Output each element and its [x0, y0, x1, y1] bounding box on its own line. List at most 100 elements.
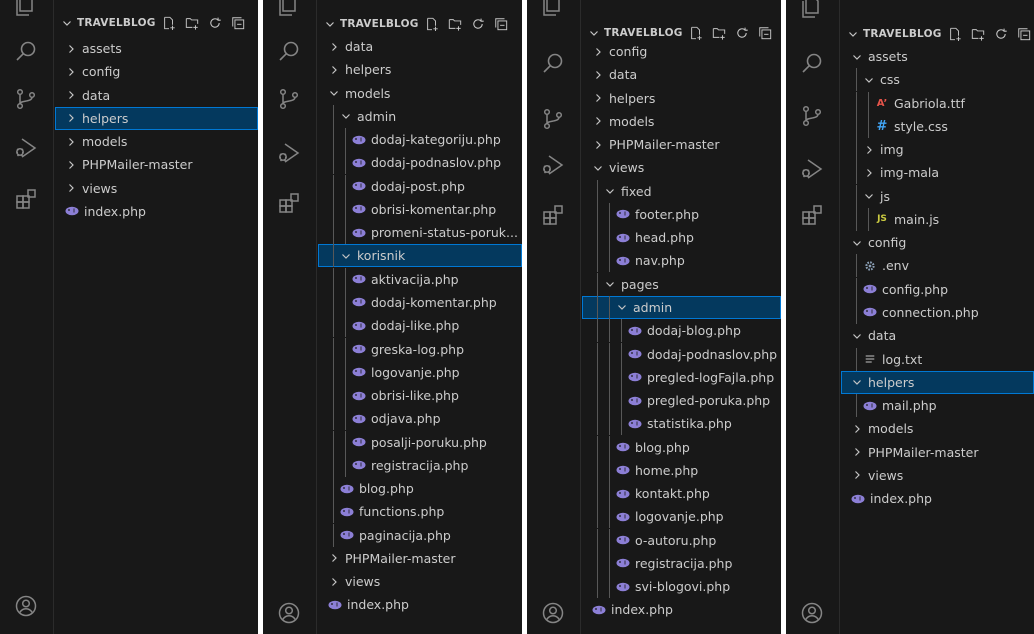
tree-file[interactable]: statistika.php	[582, 412, 781, 436]
new-file-icon[interactable]	[689, 26, 703, 40]
tree-file[interactable]: obrisi-komentar.php	[318, 197, 522, 221]
new-folder-icon[interactable]	[185, 16, 199, 30]
tree-file[interactable]: logovanje.php	[318, 360, 522, 384]
tree-file[interactable]: dodaj-podnaslov.php	[582, 342, 781, 366]
extensions-icon[interactable]	[799, 202, 825, 228]
tree-file[interactable]: index.php	[318, 593, 522, 616]
tree-folder[interactable]: admin	[318, 104, 522, 128]
collapse-all-icon[interactable]	[1017, 27, 1031, 41]
extensions-icon[interactable]	[276, 190, 302, 216]
refresh-icon[interactable]	[735, 26, 749, 40]
tree-folder[interactable]: PHPMailer-master	[582, 133, 781, 156]
run-debug-icon[interactable]	[276, 140, 302, 166]
extensions-icon[interactable]	[540, 202, 566, 228]
tree-file[interactable]: footer.php	[582, 202, 781, 226]
tree-file[interactable]: aktivacija.php	[318, 267, 522, 291]
tree-file[interactable]: index.php	[55, 200, 258, 223]
search-icon[interactable]	[799, 50, 825, 76]
tree-file[interactable]: index.php	[841, 487, 1034, 510]
tree-folder[interactable]: views	[841, 464, 1034, 487]
tree-folder[interactable]: helpers	[841, 370, 1034, 394]
tree-file[interactable]: home.php	[582, 458, 781, 482]
new-folder-icon[interactable]	[448, 17, 462, 31]
source-control-icon[interactable]	[540, 106, 566, 132]
tree-folder[interactable]: css	[841, 68, 1034, 92]
explorer-icon[interactable]	[540, 0, 566, 18]
new-file-icon[interactable]	[162, 16, 176, 30]
tree-folder[interactable]: config	[55, 60, 258, 83]
tree-file[interactable]: JS main.js	[841, 207, 1034, 231]
search-icon[interactable]	[276, 38, 302, 64]
tree-folder[interactable]: pages	[582, 272, 781, 296]
tree-file[interactable]: functions.php	[318, 500, 522, 524]
tree-folder[interactable]: admin	[582, 295, 781, 319]
tree-folder[interactable]: fixed	[582, 179, 781, 203]
collapse-all-icon[interactable]	[758, 26, 772, 40]
tree-folder[interactable]: assets	[841, 45, 1034, 68]
tree-file[interactable]: posalji-poruku.php	[318, 430, 522, 454]
tree-file[interactable]: dodaj-kategoriju.php	[318, 128, 522, 152]
tree-file[interactable]: dodaj-komentar.php	[318, 290, 522, 314]
tree-file[interactable]: logovanje.php	[582, 505, 781, 529]
tree-folder[interactable]: models	[582, 110, 781, 133]
explorer-root-header[interactable]: TRAVELBLOG	[318, 14, 522, 34]
search-icon[interactable]	[540, 50, 566, 76]
tree-file[interactable]: promeni-status-poruk...	[318, 221, 522, 245]
tree-file[interactable]: dodaj-blog.php	[582, 319, 781, 343]
tree-file[interactable]: dodaj-podnaslov.php	[318, 151, 522, 175]
tree-folder[interactable]: helpers	[318, 58, 522, 81]
tree-file[interactable]: A’ Gabriola.ttf	[841, 91, 1034, 115]
tree-folder[interactable]: PHPMailer-master	[55, 153, 258, 176]
tree-file[interactable]: registracija.php	[582, 551, 781, 575]
refresh-icon[interactable]	[208, 16, 222, 30]
tree-file[interactable]: .env	[841, 254, 1034, 278]
tree-folder[interactable]: views	[318, 570, 522, 593]
new-folder-icon[interactable]	[712, 26, 726, 40]
tree-file[interactable]: nav.php	[582, 249, 781, 273]
tree-folder[interactable]: js	[841, 184, 1034, 208]
new-file-icon[interactable]	[948, 27, 962, 41]
tree-folder[interactable]: helpers	[55, 106, 258, 130]
tree-folder[interactable]: config	[841, 231, 1034, 254]
tree-folder[interactable]: views	[582, 156, 781, 179]
source-control-icon[interactable]	[276, 86, 302, 112]
tree-file[interactable]: registracija.php	[318, 453, 522, 477]
tree-file[interactable]: blog.php	[318, 477, 522, 501]
collapse-all-icon[interactable]	[494, 17, 508, 31]
source-control-icon[interactable]	[799, 103, 825, 129]
search-icon[interactable]	[13, 38, 39, 64]
refresh-icon[interactable]	[994, 27, 1008, 41]
tree-file[interactable]: mail.php	[841, 394, 1034, 418]
tree-folder[interactable]: views	[55, 177, 258, 200]
tree-folder[interactable]: img	[841, 138, 1034, 162]
tree-folder[interactable]: PHPMailer-master	[318, 547, 522, 570]
tree-folder[interactable]: data	[55, 84, 258, 107]
new-file-icon[interactable]	[425, 17, 439, 31]
tree-file[interactable]: connection.php	[841, 300, 1034, 324]
explorer-icon[interactable]	[799, 0, 825, 20]
tree-file[interactable]: svi-blogovi.php	[582, 575, 781, 599]
tree-file[interactable]: paginacija.php	[318, 523, 522, 547]
tree-file[interactable]: kontakt.php	[582, 482, 781, 506]
tree-folder[interactable]: data	[582, 63, 781, 86]
tree-folder[interactable]: data	[318, 35, 522, 58]
tree-file[interactable]: greska-log.php	[318, 337, 522, 361]
tree-folder[interactable]: config	[582, 40, 781, 63]
tree-folder[interactable]: korisnik	[318, 244, 522, 268]
tree-folder[interactable]: data	[841, 324, 1034, 347]
tree-file[interactable]: pregled-logFajla.php	[582, 365, 781, 389]
run-debug-icon[interactable]	[540, 152, 566, 178]
tree-folder[interactable]: helpers	[582, 87, 781, 110]
source-control-icon[interactable]	[13, 86, 39, 112]
explorer-icon[interactable]	[276, 0, 302, 18]
tree-file[interactable]: # style.css	[841, 114, 1034, 138]
tree-file[interactable]: dodaj-post.php	[318, 174, 522, 198]
tree-file[interactable]: log.txt	[841, 347, 1034, 371]
tree-file[interactable]: config.php	[841, 277, 1034, 301]
tree-file[interactable]: pregled-poruka.php	[582, 389, 781, 413]
new-folder-icon[interactable]	[971, 27, 985, 41]
run-debug-icon[interactable]	[799, 156, 825, 182]
tree-file[interactable]: obrisi-like.php	[318, 384, 522, 408]
tree-folder[interactable]: PHPMailer-master	[841, 441, 1034, 464]
tree-folder[interactable]: models	[55, 130, 258, 153]
